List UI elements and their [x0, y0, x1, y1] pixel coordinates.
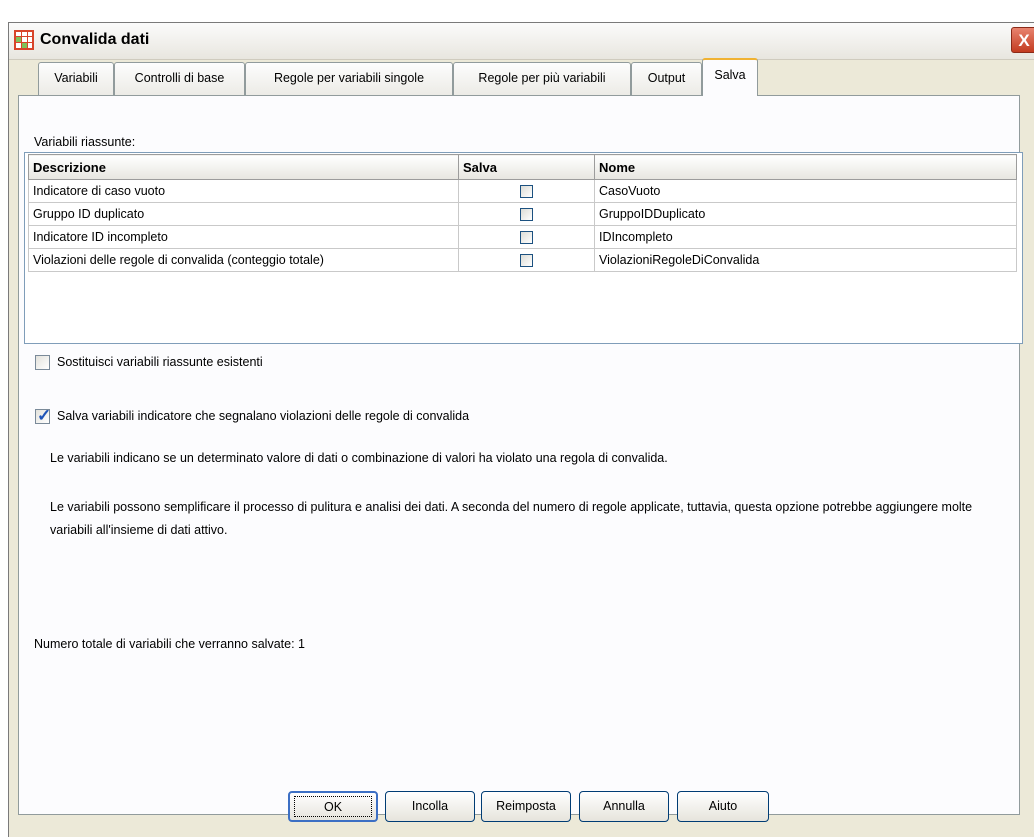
- salva-cell[interactable]: [458, 225, 595, 249]
- descrizione-cell: Indicatore ID incompleto: [28, 225, 459, 249]
- descrizione-cell: Indicatore di caso vuoto: [28, 179, 459, 203]
- title-bar[interactable]: Convalida dati X: [9, 23, 1034, 60]
- column-header-descrizione[interactable]: Descrizione: [28, 154, 459, 180]
- ok-button[interactable]: OK: [288, 791, 378, 822]
- help-button[interactable]: Aiuto: [677, 791, 769, 822]
- spreadsheet-icon: [14, 30, 34, 50]
- total-saved-text: Numero totale di variabili che verranno …: [34, 637, 305, 651]
- salva-checkbox[interactable]: [520, 231, 533, 245]
- tab-output[interactable]: Output: [631, 62, 702, 95]
- reset-button[interactable]: Reimposta: [481, 791, 571, 822]
- column-header-salva[interactable]: Salva: [458, 154, 595, 180]
- salva-checkbox[interactable]: [520, 254, 533, 268]
- table-row[interactable]: Gruppo ID duplicato GruppoIDDuplicato: [28, 202, 1017, 226]
- info-text-2: Le variabili possono semplificare il pro…: [50, 500, 973, 537]
- paste-button[interactable]: Incolla: [385, 791, 475, 822]
- column-header-nome[interactable]: Nome: [594, 154, 1017, 180]
- save-indicator-label[interactable]: Salva variabili indicatore che segnalano…: [57, 409, 469, 423]
- replace-existing-label[interactable]: Sostituisci variabili riassunte esistent…: [57, 355, 263, 369]
- tab-variabili[interactable]: Variabili: [38, 62, 114, 95]
- window-title: Convalida dati: [40, 31, 150, 48]
- table-row[interactable]: Indicatore ID incompleto IDIncompleto: [28, 225, 1017, 249]
- checkmark-icon: ✓: [37, 406, 52, 425]
- replace-existing-checkbox[interactable]: [35, 355, 50, 370]
- tab-regole-variabili-singole[interactable]: Regole per variabili singole: [245, 62, 453, 95]
- focus-rectangle: [294, 796, 372, 817]
- save-indicator-checkbox[interactable]: ✓: [35, 406, 52, 425]
- nome-cell[interactable]: IDIncompleto: [594, 225, 1017, 249]
- tab-regole-piu-variabili[interactable]: Regole per più variabili: [453, 62, 631, 95]
- close-button[interactable]: X: [1011, 27, 1034, 53]
- tab-salva[interactable]: Salva: [702, 58, 758, 96]
- info-text-1: Le variabili indicano se un determinato …: [50, 451, 668, 465]
- nome-cell[interactable]: GruppoIDDuplicato: [594, 202, 1017, 226]
- descrizione-cell: Gruppo ID duplicato: [28, 202, 459, 226]
- nome-cell[interactable]: CasoVuoto: [594, 179, 1017, 203]
- table-row[interactable]: Indicatore di caso vuoto CasoVuoto: [28, 179, 1017, 203]
- descrizione-cell: Violazioni delle regole di convalida (co…: [28, 248, 459, 272]
- salva-cell[interactable]: [458, 179, 595, 203]
- summary-variables-grid[interactable]: Descrizione Salva Nome Indicatore di cas…: [24, 152, 1023, 344]
- salva-checkbox[interactable]: [520, 208, 533, 222]
- salva-checkbox[interactable]: [520, 185, 533, 199]
- table-row[interactable]: Violazioni delle regole di convalida (co…: [28, 248, 1017, 272]
- tab-controlli-di-base[interactable]: Controlli di base: [114, 62, 245, 95]
- salva-cell[interactable]: [458, 202, 595, 226]
- nome-cell[interactable]: ViolazioniRegoleDiConvalida: [594, 248, 1017, 272]
- cancel-button[interactable]: Annulla: [579, 791, 669, 822]
- salva-cell[interactable]: [458, 248, 595, 272]
- summary-label: Variabili riassunte:: [34, 135, 136, 149]
